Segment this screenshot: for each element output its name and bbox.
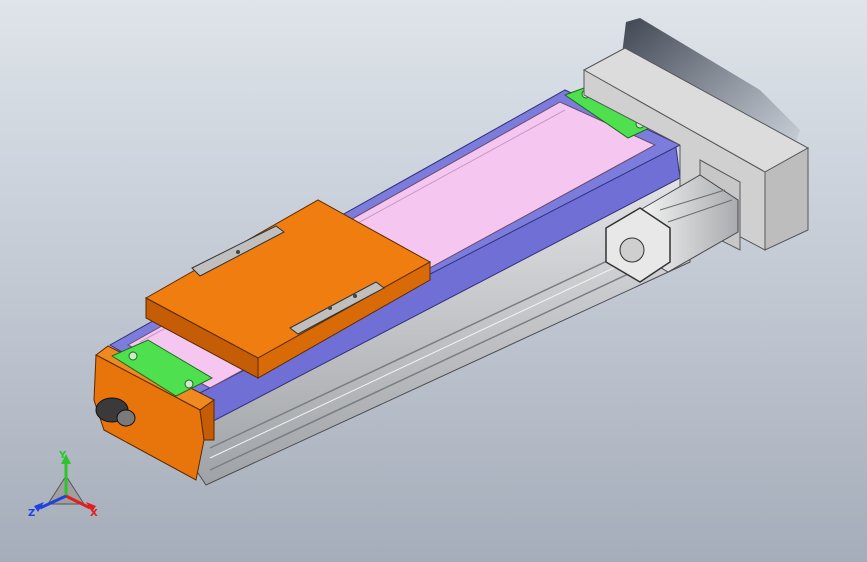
coordinate-triad: Y X Z [28,450,98,518]
x-axis-label: X [90,508,98,518]
bracket-screw [328,306,332,310]
bracket-screw [236,250,240,254]
cable-connector-tip [116,409,136,427]
motor-connector [619,237,645,263]
y-axis-label: Y [58,450,67,461]
screw-hole [128,351,138,361]
assembly-model[interactable] [0,0,867,562]
screw-hole [184,379,194,389]
bracket-screw [353,294,357,298]
cad-viewport[interactable]: Y X Z [0,0,867,562]
z-axis-label: Z [28,508,35,518]
